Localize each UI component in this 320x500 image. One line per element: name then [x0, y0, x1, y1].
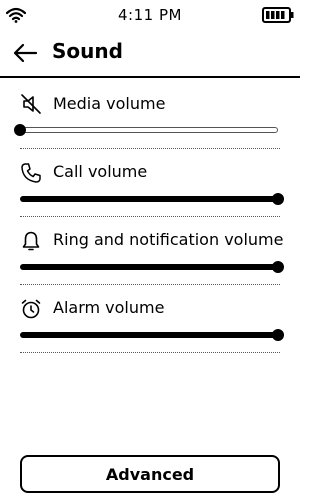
- setting-label: Ring and notification volume: [53, 230, 284, 249]
- app-header: Sound: [0, 30, 300, 78]
- setting-label: Alarm volume: [53, 298, 165, 317]
- ring-notification-volume-slider[interactable]: [20, 260, 284, 274]
- status-bar: 4:11 PM: [0, 0, 300, 30]
- page-title: Sound: [52, 39, 123, 63]
- media-volume-slider[interactable]: [14, 123, 278, 137]
- status-time: 4:11 PM: [118, 6, 182, 24]
- bell-icon: [22, 231, 40, 251]
- advanced-button[interactable]: Advanced: [20, 455, 280, 493]
- divider: [20, 148, 280, 149]
- slider-fill: [20, 196, 278, 202]
- alarm-clock-icon: [21, 299, 41, 319]
- back-arrow-icon[interactable]: [12, 42, 38, 64]
- slider-thumb[interactable]: [272, 193, 284, 205]
- setting-label: Call volume: [53, 162, 148, 181]
- phone-icon: [21, 163, 41, 183]
- call-volume-slider[interactable]: [20, 192, 284, 206]
- divider: [20, 216, 280, 217]
- slider-fill: [20, 332, 278, 338]
- slider-thumb[interactable]: [272, 261, 284, 273]
- slider-thumb[interactable]: [272, 329, 284, 341]
- divider: [20, 284, 280, 285]
- alarm-volume-slider[interactable]: [20, 328, 284, 342]
- battery-full-icon: [262, 7, 294, 23]
- slider-thumb[interactable]: [14, 124, 26, 136]
- slider-track: [20, 127, 278, 133]
- speaker-muted-icon: [21, 94, 41, 114]
- slider-fill: [20, 264, 278, 270]
- setting-label: Media volume: [53, 94, 166, 113]
- divider: [20, 352, 280, 353]
